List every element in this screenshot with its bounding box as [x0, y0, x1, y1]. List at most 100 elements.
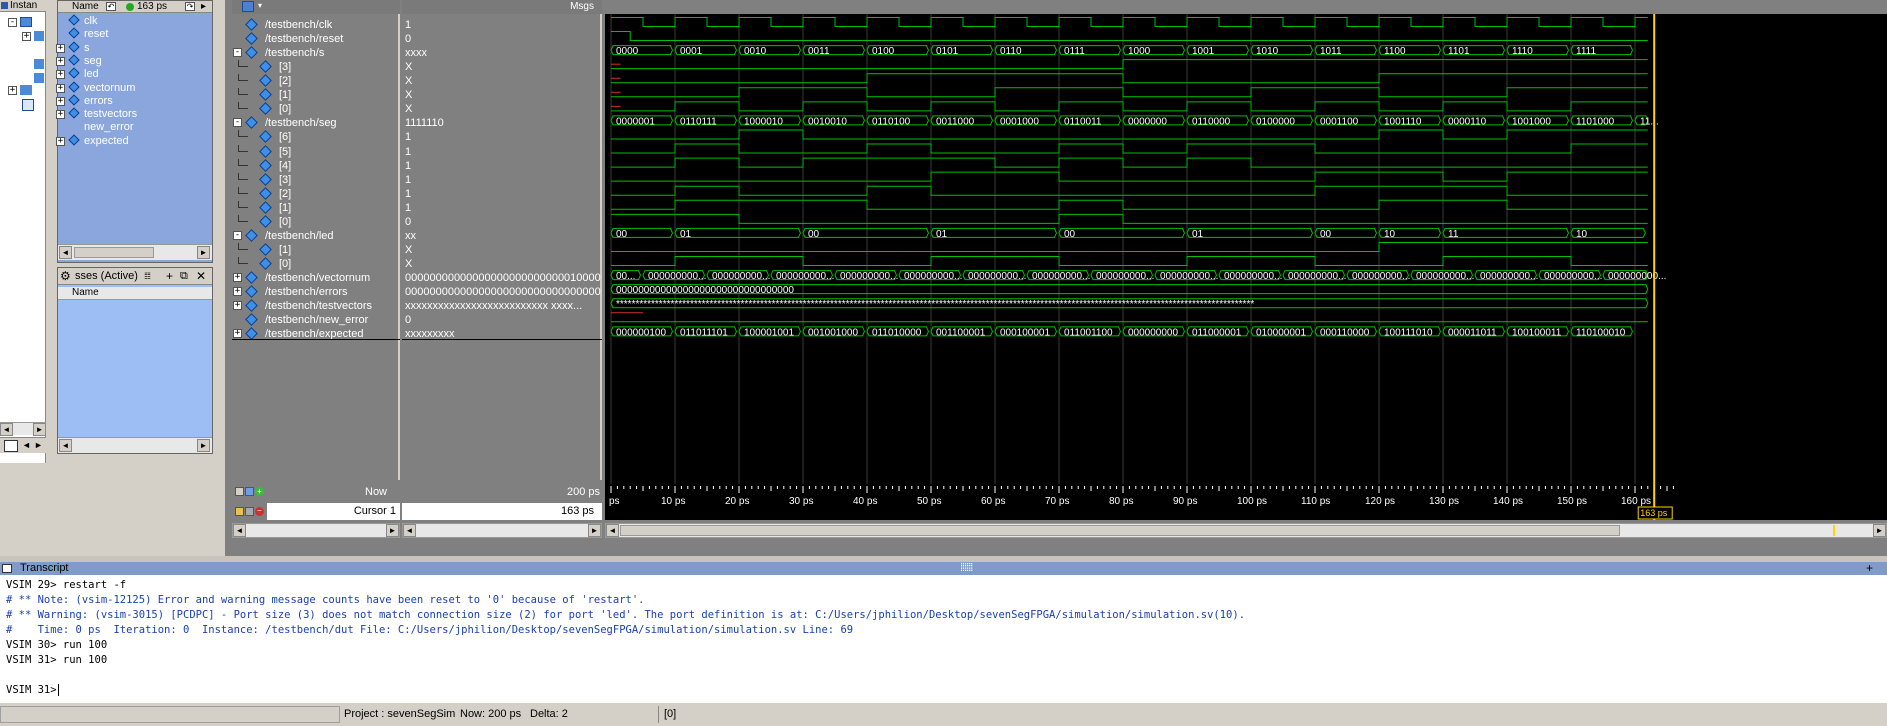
instance-tabs[interactable]: ◄ ►: [0, 437, 46, 453]
names-hscrollbar[interactable]: ◄ ►: [232, 523, 400, 538]
signal-row[interactable]: [2]: [232, 74, 400, 88]
signal-row[interactable]: [3]: [232, 60, 400, 74]
wave-hscrollbar[interactable]: ◄ ►: [605, 523, 1887, 538]
signal-row[interactable]: [2]: [232, 186, 400, 201]
library-tab-icon[interactable]: [4, 440, 18, 452]
signal-row[interactable]: [4]: [232, 158, 400, 173]
status-now: Now: 200 ps: [460, 708, 522, 720]
remove-cursor-icon[interactable]: −: [255, 507, 264, 516]
add-icon[interactable]: +: [166, 268, 173, 284]
expand-icon[interactable]: -: [233, 48, 242, 58]
object-item[interactable]: + led: [56, 67, 212, 81]
expand-icon[interactable]: +: [233, 301, 242, 311]
object-item[interactable]: + s: [56, 40, 212, 55]
signal-row[interactable]: - /testbench/s: [232, 46, 400, 60]
dropdown-arrow-icon[interactable]: ▾: [258, 1, 262, 10]
expand-icon[interactable]: +: [56, 56, 65, 66]
wave-scroll-thumb[interactable]: [620, 525, 1620, 536]
objects-header-name[interactable]: Name: [72, 1, 99, 12]
expand-icon[interactable]: -: [233, 118, 242, 128]
undock-icon[interactable]: ⧉: [180, 268, 188, 284]
time-field[interactable]: 163 ps: [137, 1, 167, 12]
signal-row[interactable]: [0]: [232, 257, 400, 271]
bus-value: 0110000: [1192, 116, 1231, 127]
cursor-value-field[interactable]: 163 ps: [402, 503, 602, 520]
signal-row[interactable]: /testbench/new_error: [232, 313, 400, 327]
expand-icon[interactable]: +: [233, 273, 242, 283]
signal-row[interactable]: + /testbench/vectornum: [232, 271, 400, 285]
signal-row[interactable]: [1]: [232, 242, 400, 257]
processes-hscrollbar[interactable]: ◄ ►: [58, 437, 212, 453]
digital-wave: [611, 256, 1648, 267]
expand-icon[interactable]: -: [8, 18, 17, 27]
cursor-name-field[interactable]: Cursor 1: [267, 503, 400, 520]
processes-colheader[interactable]: Name: [58, 287, 212, 300]
bus-value: 10: [1384, 229, 1396, 240]
signal-row[interactable]: - /testbench/seg: [232, 116, 400, 130]
tab-right-arrow[interactable]: ►: [34, 440, 43, 450]
object-item[interactable]: reset: [58, 27, 212, 41]
add-icon[interactable]: +: [1866, 562, 1873, 575]
processes-col-name[interactable]: Name: [72, 287, 99, 299]
object-item[interactable]: + errors: [56, 94, 212, 108]
cursor-edit-icon[interactable]: [245, 507, 254, 516]
object-item[interactable]: + vectornum: [56, 80, 212, 95]
header-arrow-icon[interactable]: ▸: [201, 1, 206, 12]
zoom-icon[interactable]: [235, 487, 244, 496]
expand-icon[interactable]: +: [233, 329, 242, 339]
drag-grip-icon[interactable]: ⁞⁞⁞⁞: [144, 268, 151, 284]
lock-icon[interactable]: [235, 507, 244, 516]
expand-icon[interactable]: +: [56, 96, 65, 106]
object-item[interactable]: + expected: [56, 134, 212, 148]
bus-segment: [674, 227, 801, 238]
values-hscrollbar[interactable]: ◄ ►: [402, 523, 602, 538]
signal-row[interactable]: [3]: [232, 172, 400, 187]
expand-icon[interactable]: +: [56, 70, 65, 80]
tab-left-arrow[interactable]: ◄: [22, 440, 31, 450]
signal-row[interactable]: [0]: [232, 102, 400, 116]
nav-forward-icon[interactable]: ↷: [185, 2, 195, 11]
drag-grip-icon[interactable]: ⁞⁞⁞⁞⁞⁞: [960, 562, 973, 575]
text-caret[interactable]: [57, 684, 59, 696]
expand-icon[interactable]: +: [233, 287, 242, 297]
close-icon[interactable]: ✕: [196, 268, 206, 284]
signal-row[interactable]: /testbench/reset: [232, 32, 400, 46]
signal-row[interactable]: - /testbench/led: [232, 229, 400, 243]
instance-scrollbar[interactable]: ◄ ►: [0, 422, 46, 436]
expand-icon[interactable]: +: [56, 136, 65, 146]
object-item[interactable]: new_error: [58, 121, 212, 134]
add-cursor-icon[interactable]: +: [255, 487, 264, 496]
signal-row[interactable]: [0]: [232, 214, 400, 229]
signal-row[interactable]: /testbench/clk: [232, 18, 400, 32]
expand-icon[interactable]: -: [233, 230, 242, 240]
signal-row[interactable]: [6]: [232, 130, 400, 144]
waveform-canvas[interactable]: 0000 0001 0010 0011 0100 0101 0110 0111 1000 1001…: [605, 14, 1887, 484]
signal-row[interactable]: [1]: [232, 200, 400, 215]
zoom-icon[interactable]: [245, 487, 254, 496]
object-item[interactable]: + testvectors: [56, 107, 212, 121]
signal-row[interactable]: + /testbench/testvectors: [232, 299, 400, 313]
wave-add-icon[interactable]: [242, 1, 254, 12]
signal-name: [0]: [279, 103, 292, 116]
object-item[interactable]: clk: [58, 14, 212, 28]
expand-icon[interactable]: +: [56, 43, 65, 53]
expand-icon[interactable]: +: [56, 83, 65, 93]
expand-icon[interactable]: +: [56, 110, 65, 120]
scroll-thumb[interactable]: [74, 247, 154, 258]
expand-icon[interactable]: +: [22, 32, 31, 41]
now-toolbar-icons[interactable]: +: [235, 487, 265, 498]
wave-plot-area[interactable]: 0000 0001 0010 0011 0100 0101 0110 0111 1000 1001…: [605, 14, 1887, 484]
expand-icon[interactable]: +: [8, 86, 17, 95]
transcript-text[interactable]: VSIM 29> restart -f # ** Note: (vsim-1212…: [6, 578, 1876, 696]
signal-row[interactable]: [1]: [232, 88, 400, 102]
bus-value: 1011: [1320, 46, 1342, 57]
instance-panel-icon: [1, 2, 8, 9]
instance-tree[interactable]: - + +: [4, 16, 44, 126]
signal-value: 00000000000000000000000000000000: [405, 286, 601, 299]
signal-row[interactable]: + /testbench/errors: [232, 285, 400, 299]
objects-hscrollbar[interactable]: ◄ ►: [58, 244, 212, 260]
object-item[interactable]: + seg: [56, 54, 212, 68]
nav-back-icon[interactable]: ↶: [106, 2, 116, 11]
signal-icon: [259, 243, 272, 256]
signal-row[interactable]: [5]: [232, 144, 400, 159]
